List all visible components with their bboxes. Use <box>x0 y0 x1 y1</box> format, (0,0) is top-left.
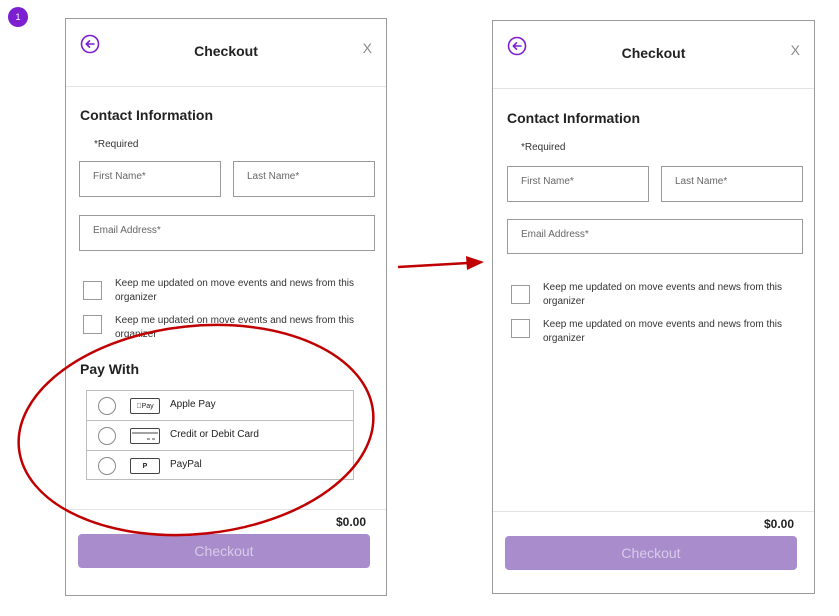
annotation-overlay <box>17 256 484 537</box>
highlight-ellipse-annotation <box>17 323 375 537</box>
transition-arrow-icon <box>397 256 484 270</box>
